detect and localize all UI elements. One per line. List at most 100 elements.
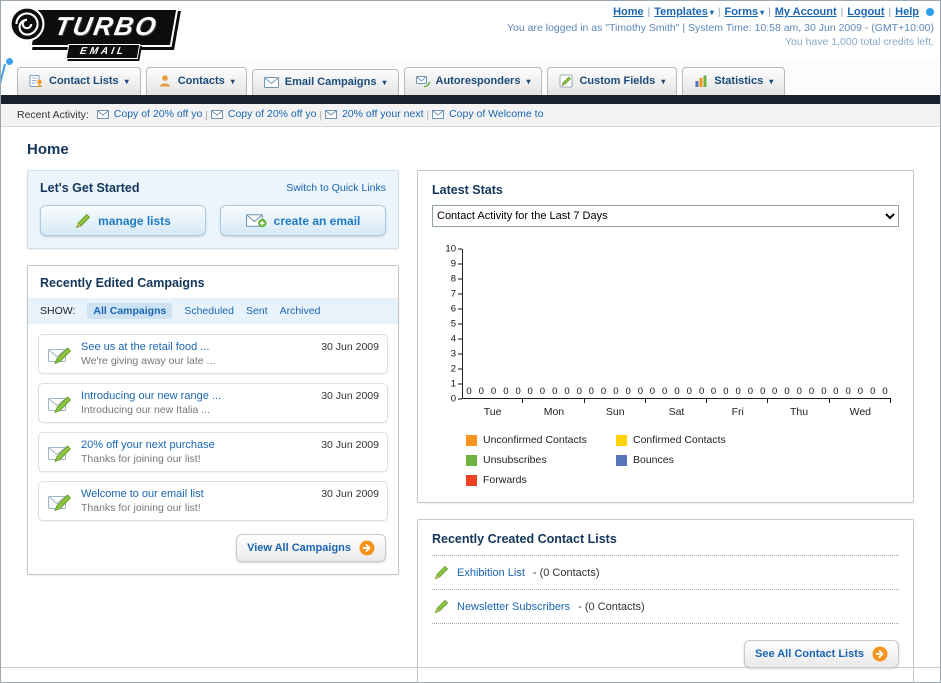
main-nav: Contact Lists ▾ Contacts ▾ Email Campaigns ▾ A…: [1, 61, 940, 95]
view-all-campaigns-button[interactable]: View All Campaigns: [236, 534, 386, 562]
statistics-icon: [694, 74, 708, 88]
app-window: TURBO EMAIL Home | Templates ▾ | Forms ▾ | My Ac…: [0, 0, 941, 683]
campaign-filter-all-campaigns[interactable]: All Campaigns: [87, 303, 173, 319]
bar-value-label: 0: [735, 386, 741, 397]
nav-tab-contact-lists[interactable]: Contact Lists ▾: [17, 67, 141, 95]
bar-value-group: 00000: [830, 386, 891, 397]
create-email-button[interactable]: create an email: [220, 205, 386, 236]
y-axis-tick: 7: [451, 289, 462, 300]
separator: |: [840, 7, 844, 18]
top-link-home[interactable]: Home: [613, 6, 644, 18]
y-axis-label: 1: [450, 378, 456, 390]
contact-list-link[interactable]: Newsletter Subscribers: [457, 601, 570, 613]
legend-swatch: [616, 434, 627, 446]
campaign-list-item[interactable]: Introducing our new range ... 30 Jun 2009…: [38, 383, 388, 423]
view-all-campaigns-label: View All Campaigns: [247, 542, 351, 554]
top-link-forms[interactable]: Forms ▾: [724, 6, 764, 18]
bar-value-label: 0: [527, 386, 533, 397]
bar-value-label: 0: [723, 386, 729, 397]
campaign-list-item[interactable]: See us at the retail food ... 30 Jun 2009…: [38, 334, 388, 374]
campaign-title-link[interactable]: 20% off your next purchase: [81, 439, 215, 451]
contact-list-row[interactable]: Exhibition List - (0 Contacts): [432, 556, 899, 590]
bar-value-label: 0: [466, 386, 472, 397]
bar-value-label: 0: [478, 386, 484, 397]
main-content: Home Let's Get Started Switch to Quick L…: [1, 127, 940, 682]
campaign-list-item[interactable]: 20% off your next purchase 30 Jun 2009 Tha…: [38, 432, 388, 472]
chevron-down-icon: ▾: [760, 8, 765, 17]
bar-value-group: 00000: [769, 386, 830, 397]
x-axis-label: Wed: [849, 406, 872, 418]
contact-list-row[interactable]: Newsletter Subscribers - (0 Contacts): [432, 590, 899, 624]
bar-value-label: 0: [808, 386, 815, 397]
campaign-body: Introducing our new range ... 30 Jun 2009…: [81, 390, 379, 416]
y-axis-label: 0: [450, 393, 456, 405]
manage-lists-button[interactable]: manage lists: [40, 205, 206, 236]
nav-tab-email-campaigns[interactable]: Email Campaigns ▾: [251, 69, 399, 95]
campaign-filter-archived[interactable]: Archived: [280, 305, 321, 317]
switch-to-quick-links-link[interactable]: Switch to Quick Links: [286, 182, 386, 194]
legend-item: Forwards: [466, 474, 616, 486]
recent-activity-item[interactable]: Copy of 20% off yo: [210, 108, 316, 120]
top-link-templates[interactable]: Templates ▾: [654, 6, 714, 18]
bar-value-label: 0: [857, 386, 864, 397]
x-axis-label: Mon: [543, 406, 565, 418]
chart-legend: Unconfirmed Contacts Confirmed Contacts Un…: [466, 434, 899, 486]
recent-contact-lists-title: Recently Created Contact Lists: [432, 532, 899, 556]
recent-activity-item-label: 20% off your next: [341, 108, 424, 121]
recent-activity-item[interactable]: Copy of Welcome to: [432, 108, 543, 120]
top-link-help[interactable]: Help: [895, 6, 919, 18]
contact-list-link[interactable]: Exhibition List: [457, 567, 525, 579]
nav-tab-contacts[interactable]: Contacts ▾: [145, 67, 247, 95]
campaign-title-link[interactable]: Welcome to our email list: [81, 488, 204, 500]
nav-tab-label: Statistics: [714, 75, 764, 87]
bar-value-label: 0: [882, 386, 888, 397]
campaign-title-row: See us at the retail food ... 30 Jun 2009: [81, 341, 379, 353]
login-info: You are logged in as "Timothy Smith" | S…: [507, 22, 934, 34]
campaign-filter-bar: SHOW: All Campaigns Scheduled Sent Archived: [28, 298, 398, 324]
nav-underline-bar: [1, 95, 940, 104]
stats-period-select[interactable]: Contact Activity for the Last 7 Days: [432, 205, 899, 227]
campaign-subtitle: Introducing our new Italia ...: [81, 404, 210, 416]
page-title: Home: [27, 141, 69, 158]
chart-zero-values: 00000000000000000000000000000000000: [463, 386, 891, 397]
chevron-down-icon: ▾: [526, 76, 531, 86]
y-axis-tick: 0: [451, 394, 462, 405]
nav-tab-statistics[interactable]: Statistics ▾: [682, 67, 786, 95]
arrow-right-icon: [872, 646, 888, 662]
legend-label: Unconfirmed Contacts: [483, 434, 587, 446]
bar-value-label: 0: [760, 386, 766, 397]
campaign-subtitle: We're giving away our late ...: [81, 355, 216, 367]
bar-value-label: 0: [637, 386, 644, 397]
chart-y-axis: 10 9 8 7 6 5 4 3 2 1 0: [432, 244, 462, 405]
campaign-filter-sent[interactable]: Sent: [246, 305, 268, 317]
bar-value-group: 00000: [463, 386, 524, 397]
nav-tab-custom-fields[interactable]: Custom Fields ▾: [547, 67, 678, 95]
recent-activity-item[interactable]: Copy of 20% off yo: [96, 108, 202, 120]
see-all-contact-lists-button[interactable]: See All Contact Lists: [743, 640, 899, 668]
recent-activity-item[interactable]: 20% off your next: [324, 108, 424, 121]
campaign-list: See us at the retail food ... 30 Jun 2009…: [28, 324, 398, 521]
top-link-logout[interactable]: Logout: [847, 6, 884, 18]
nav-tab-label: Contacts: [177, 75, 225, 87]
separator: |: [423, 109, 433, 122]
top-link-my-account[interactable]: My Account: [775, 6, 837, 18]
envelope-icon: [96, 109, 109, 119]
campaign-filter-scheduled[interactable]: Scheduled: [184, 305, 234, 317]
campaign-title-link[interactable]: See us at the retail food ...: [81, 341, 209, 353]
nav-tab-autoresponders[interactable]: Autoresponders ▾: [403, 67, 543, 95]
campaign-date: 30 Jun 2009: [321, 439, 379, 451]
envelope-icon: [432, 109, 445, 119]
y-axis-tick: 1: [451, 379, 462, 390]
get-started-panel: Let's Get Started Switch to Quick Links …: [27, 170, 399, 249]
y-axis-label: 5: [450, 318, 456, 330]
envelope-pencil-icon: [47, 489, 73, 514]
x-axis-tick: [523, 399, 585, 403]
arrow-right-icon: [359, 540, 375, 556]
campaign-title-link[interactable]: Introducing our new range ...: [81, 390, 221, 402]
recent-activity-label: Recent Activity:: [17, 109, 89, 121]
campaign-title-row: Welcome to our email list 30 Jun 2009: [81, 488, 379, 500]
chart-x-ticks: [462, 399, 891, 403]
logo-wordmark: TURBO: [29, 8, 179, 47]
bar-value-label: 0: [845, 386, 851, 397]
campaign-list-item[interactable]: Welcome to our email list 30 Jun 2009 Than…: [38, 481, 388, 521]
